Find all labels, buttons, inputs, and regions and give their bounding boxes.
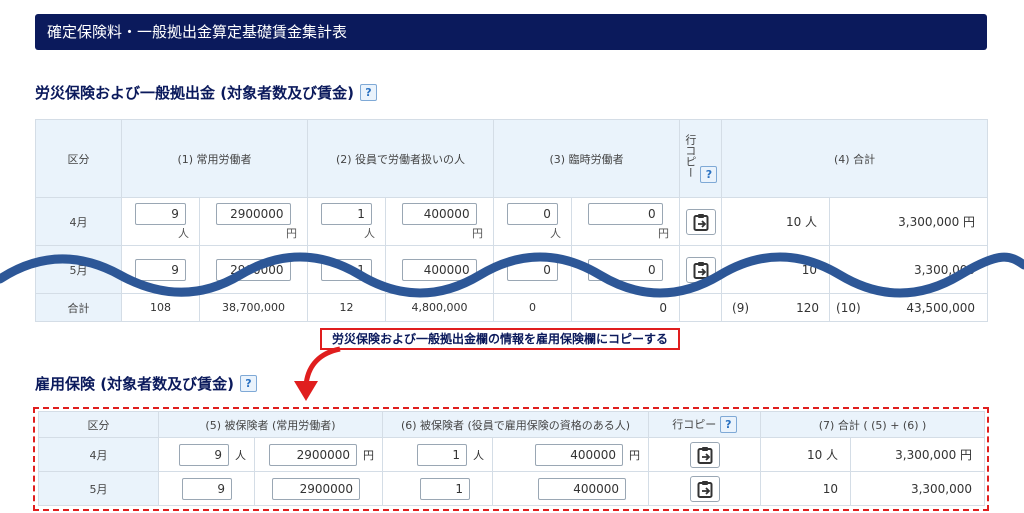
koyou-table: 区分 (5) 被保険者 (常用労働者) (6) 被保険者 (役員で雇用保険の資格… [38, 411, 986, 506]
row-copy-label: 行コピー [683, 134, 697, 178]
unit-yen: 円 [363, 448, 375, 462]
unit-yen: 円 [629, 448, 641, 462]
count-input[interactable]: 1 [417, 443, 468, 466]
row-label: 5月 [38, 471, 159, 506]
wave-separator [0, 252, 1024, 298]
count-input[interactable]: 1 [420, 477, 471, 500]
total-count: 10 [760, 471, 852, 506]
total-count: 10 人 [760, 437, 852, 472]
wage-input[interactable]: 2900000 [269, 443, 358, 466]
section1-title-text: 労災保険および一般拠出金 (対象者数及び賃金) [35, 84, 354, 102]
wage-input[interactable]: 0 [588, 202, 663, 225]
count-input[interactable]: 1 [321, 202, 372, 225]
help-icon[interactable]: ? [719, 416, 737, 433]
unit-person: 人 [178, 226, 189, 240]
row-label: 4月 [35, 197, 122, 246]
row-copy-button[interactable] [689, 475, 720, 502]
unit-person: 人 [364, 226, 376, 240]
section2-title-text: 雇用保険 (対象者数及び賃金) [35, 375, 234, 393]
col-officers: (2) 役員で労働者扱いの人 [307, 119, 495, 198]
wage-input[interactable]: 400000 [538, 477, 627, 500]
count-input[interactable]: 9 [135, 202, 186, 225]
section1-title: 労災保険および一般拠出金 (対象者数及び賃金) ? [35, 82, 377, 103]
unit-yen: 円 [286, 226, 298, 240]
clipboard-icon [693, 213, 709, 231]
col-row-copy: 行コピー ? [679, 119, 723, 198]
col-temporary-workers: (3) 臨時労働者 [493, 119, 681, 198]
help-icon[interactable]: ? [700, 166, 718, 183]
red-arrow-icon [294, 346, 341, 401]
total-wage: 3,300,000 円 [850, 437, 986, 472]
col-total: (7) 合計 ( (5) + (6) ) [760, 411, 986, 438]
wage-input[interactable]: 400000 [402, 202, 477, 225]
clipboard-icon [697, 480, 713, 498]
count-input[interactable]: 9 [182, 477, 232, 500]
unit-yen: 円 [658, 226, 670, 240]
wage-input[interactable]: 2900000 [272, 477, 361, 500]
total-wage: 3,300,000 円 [829, 197, 989, 246]
row-label: 4月 [38, 437, 159, 472]
help-icon[interactable]: ? [359, 84, 377, 101]
unit-yen: 円 [472, 226, 484, 240]
wage-input[interactable]: 2900000 [216, 202, 291, 225]
table-row: 4月 9人 2900000 円 1人 400000 円 0人 0円 10 人 3,3… [35, 197, 989, 246]
col-insured-regular: (5) 被保険者 (常用労働者) [157, 411, 384, 438]
clipboard-icon [697, 446, 713, 464]
copy-callout: 労災保険および一般拠出金欄の情報を雇用保険欄にコピーする [320, 328, 681, 350]
col-insured-officers: (6) 被保険者 (役員で雇用保険の資格のある人) [382, 411, 650, 438]
section2-title: 雇用保険 (対象者数及び賃金) ? [35, 373, 257, 394]
row-copy-button[interactable] [689, 441, 720, 468]
total-count: 10 人 [721, 197, 831, 246]
col-total: (4) 合計 [721, 119, 989, 198]
row-copy-label: 行コピー [672, 418, 717, 431]
unit-person: 人 [550, 226, 562, 240]
table-row: 5月 9 2900000 1 400000 10 3,300,000 [38, 471, 986, 506]
table-row: 4月 9人 2900000 円 1人 400000 円 10 人 3,300,000… [38, 437, 986, 472]
col-kubun: 区分 [38, 411, 159, 438]
unit-person: 人 [235, 448, 246, 462]
wage-input[interactable]: 400000 [535, 443, 624, 466]
col-kubun: 区分 [35, 119, 122, 198]
unit-person: 人 [473, 448, 485, 462]
col-regular-workers: (1) 常用労働者 [120, 119, 309, 198]
total-wage: 3,300,000 [850, 471, 986, 506]
count-input[interactable]: 9 [179, 443, 229, 466]
col-row-copy: 行コピー ? [648, 411, 762, 438]
row-copy-button[interactable] [685, 208, 716, 235]
help-icon[interactable]: ? [239, 375, 257, 392]
count-input[interactable]: 0 [507, 202, 558, 225]
page-title: 確定保険料・一般拠出金算定基礎賃金集計表 [35, 14, 987, 50]
